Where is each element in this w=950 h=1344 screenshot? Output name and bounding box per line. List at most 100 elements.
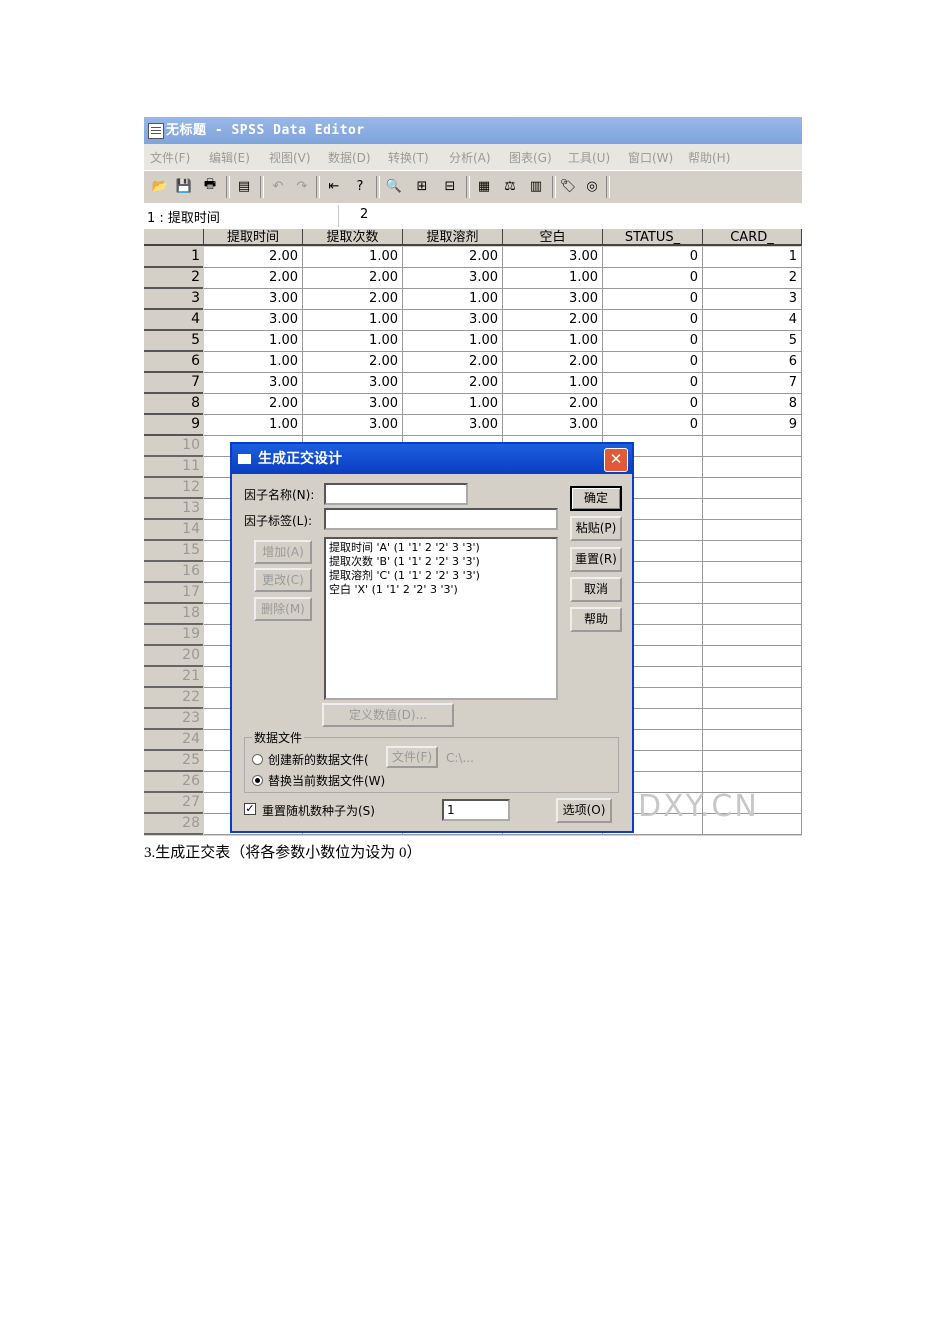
row-number[interactable]: 21: [144, 667, 203, 688]
row-number[interactable]: 16: [144, 562, 203, 583]
data-cell[interactable]: 1: [703, 247, 802, 268]
data-cell[interactable]: 1.00: [303, 331, 403, 352]
factor-list-item[interactable]: 提取溶剂 'C' (1 '1' 2 '2' 3 '3'): [329, 569, 556, 583]
row-number[interactable]: 15: [144, 541, 203, 562]
menu-help[interactable]: 帮助(H): [688, 149, 730, 166]
reset-button[interactable]: 重置(R): [570, 547, 622, 572]
data-cell[interactable]: 1.00: [503, 373, 603, 394]
data-cell[interactable]: 2.00: [204, 394, 303, 415]
data-cell[interactable]: [703, 751, 802, 772]
data-cell[interactable]: [703, 646, 802, 667]
save-icon[interactable]: 💾: [174, 176, 194, 196]
data-cell[interactable]: 1.00: [204, 415, 303, 436]
data-cell[interactable]: 3.00: [503, 415, 603, 436]
menu-graphs[interactable]: 图表(G): [509, 149, 552, 166]
create-new-radio[interactable]: [252, 754, 263, 765]
data-cell[interactable]: 4: [703, 310, 802, 331]
row-number[interactable]: 9: [144, 415, 203, 436]
row-number[interactable]: 26: [144, 772, 203, 793]
add-button[interactable]: 增加(A): [254, 540, 312, 564]
factor-list[interactable]: 提取时间 'A' (1 '1' 2 '2' 3 '3') 提取次数 'B' (1…: [324, 537, 558, 700]
menu-transform[interactable]: 转换(T): [388, 149, 429, 166]
data-cell[interactable]: 3.00: [303, 415, 403, 436]
menu-view[interactable]: 视图(V): [269, 149, 311, 166]
data-cell[interactable]: [703, 562, 802, 583]
column-header[interactable]: 提取时间: [204, 229, 303, 246]
help-button[interactable]: 帮助: [570, 607, 622, 632]
row-number[interactable]: 28: [144, 814, 203, 835]
data-cell[interactable]: 1.00: [403, 289, 503, 310]
row-number[interactable]: 23: [144, 709, 203, 730]
data-cell[interactable]: [703, 667, 802, 688]
data-cell[interactable]: 3.00: [204, 289, 303, 310]
menu-utilities[interactable]: 工具(U): [568, 149, 610, 166]
ok-button[interactable]: 确定: [570, 486, 622, 511]
data-cell[interactable]: 2.00: [204, 247, 303, 268]
data-cell[interactable]: 1.00: [503, 268, 603, 289]
data-cell[interactable]: 0: [603, 394, 703, 415]
row-number[interactable]: 11: [144, 457, 203, 478]
data-cell[interactable]: 2.00: [403, 352, 503, 373]
use-sets-icon[interactable]: ◎: [582, 176, 602, 196]
data-cell[interactable]: 1.00: [204, 352, 303, 373]
row-number[interactable]: 20: [144, 646, 203, 667]
menu-window[interactable]: 窗口(W): [628, 149, 673, 166]
data-cell[interactable]: [703, 520, 802, 541]
data-cell[interactable]: 3.00: [403, 415, 503, 436]
define-values-button[interactable]: 定义数值(D)...: [322, 703, 454, 727]
data-cell[interactable]: [703, 478, 802, 499]
print-icon[interactable]: 🖶: [200, 176, 220, 196]
data-cell[interactable]: 2: [703, 268, 802, 289]
data-cell[interactable]: 0: [603, 373, 703, 394]
data-cell[interactable]: 1.00: [403, 394, 503, 415]
column-header[interactable]: 提取次数: [303, 229, 403, 246]
menu-analyze[interactable]: 分析(A): [449, 149, 491, 166]
factor-label-input[interactable]: [324, 508, 558, 530]
factor-list-item[interactable]: 提取时间 'A' (1 '1' 2 '2' 3 '3'): [329, 541, 556, 555]
data-cell[interactable]: 3.00: [503, 247, 603, 268]
row-number[interactable]: 17: [144, 583, 203, 604]
data-cell[interactable]: 1.00: [303, 310, 403, 331]
undo-icon[interactable]: ↶: [268, 176, 288, 196]
row-number[interactable]: 27: [144, 793, 203, 814]
data-cell[interactable]: [703, 583, 802, 604]
select-cases-icon[interactable]: ▥: [526, 176, 546, 196]
dialog-recall-icon[interactable]: ▤: [234, 176, 254, 196]
data-cell[interactable]: 3: [703, 289, 802, 310]
data-cell[interactable]: [703, 730, 802, 751]
data-cell[interactable]: 2.00: [303, 289, 403, 310]
data-cell[interactable]: 2.00: [403, 247, 503, 268]
row-number[interactable]: 4: [144, 310, 203, 331]
data-cell[interactable]: 2.00: [403, 373, 503, 394]
cancel-button[interactable]: 取消: [570, 577, 622, 602]
data-cell[interactable]: 0: [603, 352, 703, 373]
remove-button[interactable]: 删除(M): [254, 597, 312, 621]
data-cell[interactable]: [703, 499, 802, 520]
menu-file[interactable]: 文件(F): [150, 149, 190, 166]
row-number[interactable]: 22: [144, 688, 203, 709]
open-icon[interactable]: 📂: [150, 176, 170, 196]
data-cell[interactable]: 5: [703, 331, 802, 352]
data-cell[interactable]: 2.00: [204, 268, 303, 289]
row-number[interactable]: 18: [144, 604, 203, 625]
row-number[interactable]: 19: [144, 625, 203, 646]
insert-cases-icon[interactable]: ⊞: [412, 176, 432, 196]
data-cell[interactable]: 3.00: [204, 310, 303, 331]
data-cell[interactable]: [703, 625, 802, 646]
data-cell[interactable]: [703, 688, 802, 709]
factor-list-item[interactable]: 空白 'X' (1 '1' 2 '2' 3 '3'): [329, 583, 556, 597]
data-cell[interactable]: 6: [703, 352, 802, 373]
column-header[interactable]: CARD_: [703, 229, 802, 246]
data-cell[interactable]: 0: [603, 331, 703, 352]
data-cell[interactable]: 7: [703, 373, 802, 394]
row-number[interactable]: 14: [144, 520, 203, 541]
change-button[interactable]: 更改(C): [254, 568, 312, 592]
find-icon[interactable]: 🔍: [384, 176, 404, 196]
replace-current-radio[interactable]: [252, 775, 263, 786]
data-cell[interactable]: 0: [603, 415, 703, 436]
row-number[interactable]: 2: [144, 268, 203, 289]
data-cell[interactable]: 3.00: [303, 373, 403, 394]
variables-icon[interactable]: ?: [350, 176, 370, 196]
data-cell[interactable]: 8: [703, 394, 802, 415]
data-cell[interactable]: [703, 541, 802, 562]
